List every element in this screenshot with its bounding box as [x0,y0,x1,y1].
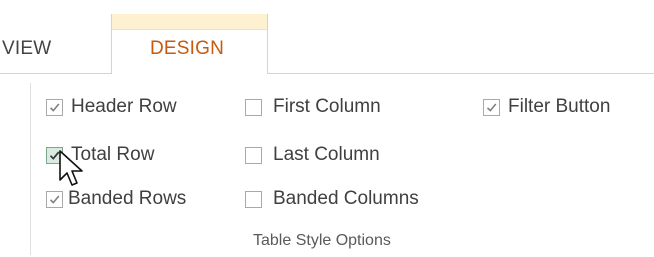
tab-design-accent [112,14,267,30]
group-label: Table Style Options [253,232,391,249]
checkmark-icon [486,102,497,112]
ribbon-border [0,73,112,74]
group-divider [30,83,31,255]
last-column-label: Last Column [273,144,380,165]
filter-button-label: Filter Button [508,96,611,117]
mouse-pointer-icon [59,150,83,186]
header-row-checkbox[interactable] [46,98,63,116]
header-row-label: Header Row [71,96,177,117]
first-column-option[interactable]: First Column [245,95,381,119]
banded-columns-checkbox[interactable] [245,190,262,208]
first-column-checkbox[interactable] [245,98,262,116]
ribbon-tab-strip: VIEW DESIGN [0,0,654,74]
ribbon-border [267,73,654,74]
checkmark-icon [49,194,60,204]
banded-columns-label: Banded Columns [273,188,419,209]
checkmark-icon [49,102,60,112]
first-column-label: First Column [273,96,381,117]
tab-design-label: DESIGN [150,38,225,59]
header-row-option[interactable]: Header Row [46,95,177,119]
last-column-checkbox[interactable] [245,146,262,164]
excel-ribbon: VIEW DESIGN Header Row Total Row Banded … [0,0,654,257]
last-column-option[interactable]: Last Column [245,143,380,167]
tab-design[interactable]: DESIGN [111,14,268,74]
tab-view[interactable]: VIEW [2,38,51,68]
banded-columns-option[interactable]: Banded Columns [245,187,419,211]
filter-button-checkbox[interactable] [483,98,500,116]
filter-button-option[interactable]: Filter Button [483,95,610,119]
